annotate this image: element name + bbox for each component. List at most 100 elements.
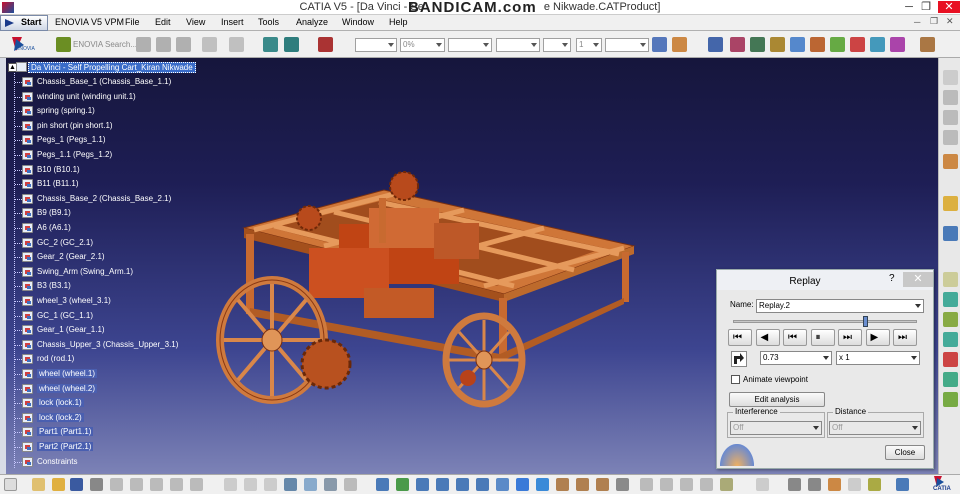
layer-combo[interactable]: 1 — [576, 38, 602, 52]
save-icon[interactable] — [70, 478, 83, 491]
update-icon[interactable] — [870, 37, 885, 52]
step-forward-button[interactable]: ⏭ — [838, 329, 862, 346]
paste-icon[interactable] — [150, 478, 163, 491]
cut-icon[interactable] — [110, 478, 123, 491]
swap-space-icon[interactable] — [596, 478, 609, 491]
step-value-spinner[interactable]: 0.73 — [760, 351, 832, 365]
iso-view-icon[interactable] — [516, 478, 529, 491]
play-forward-button[interactable]: ▶ — [865, 329, 890, 346]
product-icon[interactable] — [318, 37, 333, 52]
animate-viewpoint-checkbox[interactable] — [731, 375, 740, 384]
reuse-pattern-icon[interactable] — [890, 37, 905, 52]
tool-icon-b3[interactable] — [828, 478, 841, 491]
multi-view-icon[interactable] — [536, 478, 549, 491]
settings-icon[interactable] — [920, 37, 935, 52]
replay-slider[interactable] — [733, 320, 917, 323]
replay-name-combo[interactable]: Replay.2 — [756, 299, 924, 313]
assembly-icon[interactable] — [730, 37, 745, 52]
doc-close-button[interactable]: ✕ — [946, 16, 954, 27]
right-tool-icon-14[interactable] — [943, 392, 958, 407]
speed-combo[interactable]: x 1 — [836, 351, 920, 365]
rotate-icon[interactable] — [436, 478, 449, 491]
menu-help[interactable]: Help — [389, 17, 408, 27]
right-tool-icon-8[interactable] — [943, 272, 958, 287]
menu-insert[interactable]: Insert — [221, 17, 244, 27]
measure-icon[interactable] — [264, 478, 277, 491]
minimize-button[interactable]: ─ — [900, 1, 918, 13]
print-icon[interactable] — [90, 478, 103, 491]
tree-root[interactable]: ▲ Da Vinci - Self Propelling Cart_Kiran … — [6, 60, 196, 74]
color-combo[interactable] — [355, 38, 397, 52]
painter-icon[interactable] — [672, 37, 687, 52]
select-arrow-icon[interactable] — [943, 196, 958, 211]
close-window-button[interactable]: ✕ — [938, 1, 960, 13]
tool-icon-b5[interactable] — [868, 478, 881, 491]
menu-window[interactable]: Window — [342, 17, 374, 27]
step-backward-button[interactable]: ⏮ — [783, 329, 807, 346]
menu-tools[interactable]: Tools — [258, 17, 279, 27]
fly-mode-icon[interactable] — [376, 478, 389, 491]
step-size-icon[interactable] — [731, 351, 747, 367]
fit-all-icon[interactable] — [396, 478, 409, 491]
replay-icon[interactable] — [943, 226, 958, 241]
clash-icon[interactable] — [660, 478, 673, 491]
menu-edit[interactable]: Edit — [155, 17, 171, 27]
angle-icon[interactable] — [850, 37, 865, 52]
help-button[interactable]: ? — [889, 273, 895, 284]
menu-analyze[interactable]: Analyze — [296, 17, 328, 27]
menu-enovia[interactable]: ENOVIA V5 VPM — [55, 17, 124, 27]
distance-icon[interactable] — [680, 478, 693, 491]
tool-icon-b2[interactable] — [808, 478, 821, 491]
interference-combo[interactable]: Off — [730, 421, 822, 435]
right-tool-icon-12[interactable] — [943, 352, 958, 367]
tree-toggle-icon[interactable] — [4, 478, 17, 491]
paint-icon[interactable] — [652, 37, 667, 52]
redo-icon[interactable] — [190, 478, 203, 491]
pause-button[interactable]: ⏸ — [810, 329, 835, 346]
catia-compass-icon[interactable] — [720, 444, 754, 466]
maximize-button[interactable]: ❐ — [917, 1, 935, 13]
annotation-icon[interactable] — [720, 478, 733, 491]
pan-icon[interactable] — [416, 478, 429, 491]
analysis-icon[interactable] — [344, 478, 357, 491]
simulation-icon[interactable] — [943, 154, 958, 169]
play-backward-button[interactable]: ◀ — [755, 329, 780, 346]
search-icon[interactable] — [304, 478, 317, 491]
jump-to-start-button[interactable]: ⏮ — [728, 329, 752, 346]
graph-icon[interactable] — [756, 478, 769, 491]
right-tool-icon-10[interactable] — [943, 312, 958, 327]
rendering-combo[interactable] — [605, 38, 649, 52]
distance-combo[interactable]: Off — [829, 421, 921, 435]
tool-icon-b1[interactable] — [788, 478, 801, 491]
enovia-tool-icon-2[interactable] — [156, 37, 171, 52]
enovia-connect-icon[interactable] — [56, 37, 71, 52]
undo-icon[interactable] — [170, 478, 183, 491]
doc-minimize-button[interactable]: ─ — [914, 17, 920, 27]
point-style-combo[interactable] — [543, 38, 571, 52]
flag-icon-2[interactable] — [284, 37, 299, 52]
zoom-out-icon[interactable] — [476, 478, 489, 491]
normal-view-icon[interactable] — [496, 478, 509, 491]
right-tool-icon-11[interactable] — [943, 332, 958, 347]
close-button[interactable]: Close — [885, 445, 925, 460]
right-tool-icon-2[interactable] — [943, 90, 958, 105]
copy-icon-bottom[interactable] — [130, 478, 143, 491]
constraint-icon[interactable] — [708, 37, 723, 52]
right-tool-icon-3[interactable] — [943, 110, 958, 125]
right-tool-icon-1[interactable] — [943, 70, 958, 85]
fix-icon[interactable] — [790, 37, 805, 52]
dialog-close-icon[interactable]: ✕ — [903, 272, 933, 287]
zoom-in-icon[interactable] — [456, 478, 469, 491]
offset-icon[interactable] — [830, 37, 845, 52]
start-button[interactable]: Start — [0, 15, 48, 31]
enovia-tool-icon[interactable] — [136, 37, 151, 52]
section-icon[interactable] — [640, 478, 653, 491]
linetype-combo[interactable] — [448, 38, 492, 52]
right-tool-icon-13[interactable] — [943, 372, 958, 387]
transparency-combo[interactable]: 0% — [400, 38, 445, 52]
right-tool-icon-9[interactable] — [943, 292, 958, 307]
menu-view[interactable]: View — [186, 17, 205, 27]
shading-icon[interactable] — [556, 478, 569, 491]
knowledge-icon[interactable] — [324, 478, 337, 491]
right-tool-icon-4[interactable] — [943, 130, 958, 145]
